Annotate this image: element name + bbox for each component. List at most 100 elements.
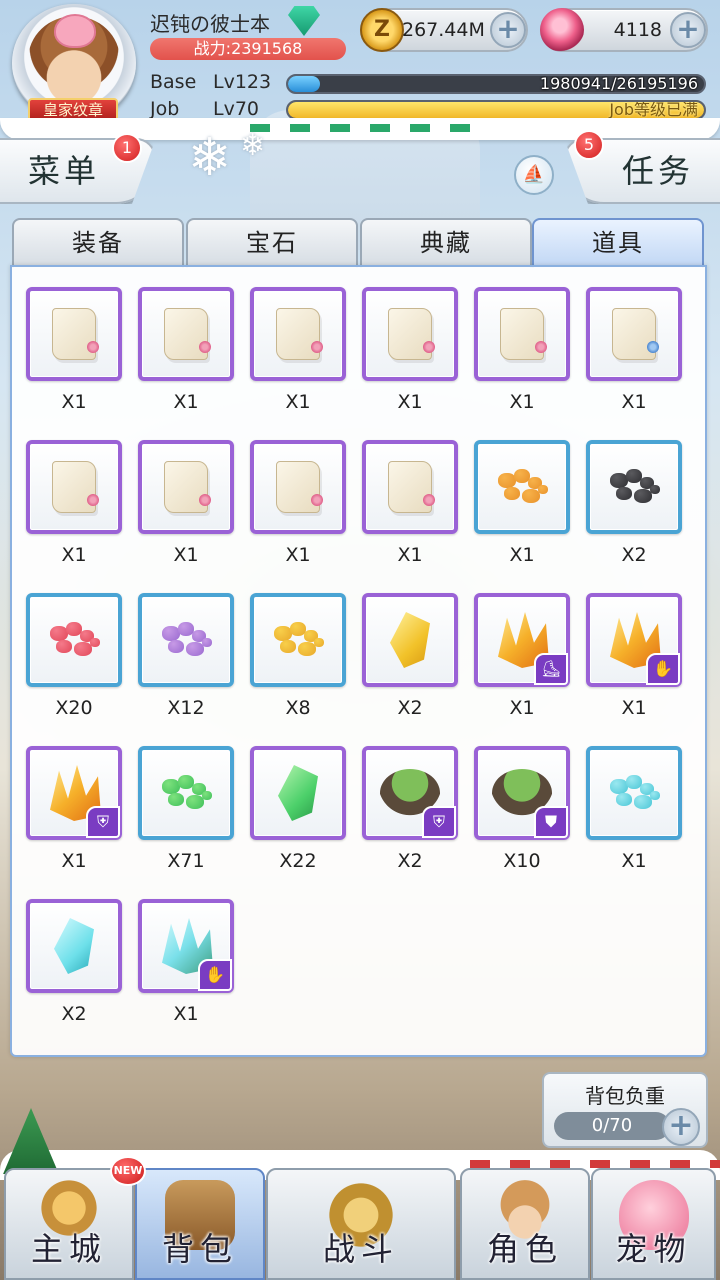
item-slot[interactable]: ✋: [138, 899, 234, 993]
item-quantity: X1: [397, 544, 423, 566]
item-quantity: X20: [55, 697, 93, 719]
inventory-item[interactable]: ⛸ X1: [474, 593, 570, 746]
inventory-item[interactable]: X71: [138, 746, 234, 899]
card-scroll-icon: [500, 308, 547, 360]
base-exp-fill: [288, 76, 320, 92]
item-slot[interactable]: [362, 287, 458, 381]
inventory-item[interactable]: X1: [26, 440, 122, 593]
item-slot[interactable]: [474, 287, 570, 381]
item-quantity: X1: [621, 697, 647, 719]
item-quantity: X12: [167, 697, 205, 719]
item-slot[interactable]: [362, 593, 458, 687]
item-quantity: X1: [509, 391, 535, 413]
item-quantity: X1: [61, 544, 87, 566]
nav-battle-label: 战斗: [322, 1230, 399, 1268]
bag-weight-panel: 背包负重 0/70 +: [542, 1072, 708, 1148]
inventory-item[interactable]: ⛊ X10: [474, 746, 570, 899]
item-quantity: X1: [285, 391, 311, 413]
inventory-item[interactable]: X1: [362, 287, 458, 440]
item-slot[interactable]: [138, 287, 234, 381]
item-slot[interactable]: [250, 287, 346, 381]
item-slot[interactable]: [586, 287, 682, 381]
inventory-item[interactable]: X1: [138, 440, 234, 593]
item-slot[interactable]: [138, 593, 234, 687]
cyan-ore-icon: [606, 773, 662, 813]
inventory-item[interactable]: X1: [474, 287, 570, 440]
card-scroll-icon: [276, 461, 323, 513]
yellow-ore-icon: [270, 620, 326, 660]
item-slot[interactable]: [586, 440, 682, 534]
item-quantity: X1: [61, 391, 87, 413]
item-slot[interactable]: ⛸: [474, 593, 570, 687]
inventory-item[interactable]: X2: [586, 440, 682, 593]
item-slot[interactable]: [250, 440, 346, 534]
red-ore-icon: [46, 620, 102, 660]
inventory-item[interactable]: X1: [362, 440, 458, 593]
nav-bag[interactable]: 背包: [135, 1168, 265, 1280]
base-level-value: Lv123: [213, 71, 272, 93]
inventory-item[interactable]: X1: [250, 287, 346, 440]
add-zeny-button[interactable]: +: [490, 12, 526, 48]
nav-character[interactable]: 角色: [460, 1168, 590, 1280]
inventory-item[interactable]: ⛨ X1: [26, 746, 122, 899]
item-slot[interactable]: [474, 440, 570, 534]
tab-collection[interactable]: 典藏: [360, 218, 532, 268]
inventory-item[interactable]: X8: [250, 593, 346, 746]
inventory-item[interactable]: ⛨ X2: [362, 746, 458, 899]
item-slot[interactable]: [26, 899, 122, 993]
inventory-item[interactable]: X1: [474, 440, 570, 593]
item-quantity: X1: [509, 697, 535, 719]
snowflake-icon: ❄: [188, 128, 232, 188]
tab-gems[interactable]: 宝石: [186, 218, 358, 268]
item-quantity: X22: [279, 850, 317, 872]
item-slot[interactable]: [138, 746, 234, 840]
item-slot[interactable]: ✋: [586, 593, 682, 687]
inventory-item[interactable]: X12: [138, 593, 234, 746]
item-slot[interactable]: [250, 746, 346, 840]
expand-bag-button[interactable]: +: [662, 1108, 700, 1146]
nav-pet[interactable]: 宠物: [591, 1168, 716, 1280]
christmas-tree-icon: [3, 1108, 59, 1174]
inventory-item[interactable]: X2: [26, 899, 122, 1052]
nav-main-city[interactable]: 主城: [4, 1168, 134, 1280]
yellow-crystal-icon: [390, 612, 430, 668]
gem-currency: 4118 +: [540, 8, 708, 52]
inventory-item[interactable]: X1: [586, 746, 682, 899]
job-exp-bar: Job等级已满: [286, 100, 706, 120]
item-quantity: X10: [503, 850, 541, 872]
small-snowflake-icon: ❄: [240, 128, 266, 163]
item-slot[interactable]: [26, 440, 122, 534]
inventory-item[interactable]: X1: [586, 287, 682, 440]
christmas-ornament-icon[interactable]: ⛵: [514, 155, 554, 195]
inventory-tabs: 装备 宝石 典藏 道具: [12, 218, 706, 268]
inventory-item[interactable]: X20: [26, 593, 122, 746]
green-crystal-icon: [278, 765, 318, 821]
inventory-item[interactable]: X22: [250, 746, 346, 899]
item-slot[interactable]: [250, 593, 346, 687]
add-gem-button[interactable]: +: [670, 12, 706, 48]
item-slot[interactable]: [586, 746, 682, 840]
bottom-nav: 主城 背包 战斗 角色 宠物: [0, 1168, 720, 1280]
tab-equipment[interactable]: 装备: [12, 218, 184, 268]
item-slot[interactable]: ⛨: [26, 746, 122, 840]
inventory-item[interactable]: X1: [26, 287, 122, 440]
inventory-item[interactable]: ✋ X1: [586, 593, 682, 746]
item-slot[interactable]: ⛊: [474, 746, 570, 840]
item-slot[interactable]: ⛨: [362, 746, 458, 840]
bag-weight-value: 0/70: [554, 1112, 670, 1140]
item-slot[interactable]: [138, 440, 234, 534]
pink-gem-icon: [540, 8, 584, 52]
nav-battle[interactable]: 战斗: [266, 1168, 456, 1280]
inventory-item[interactable]: ✋ X1: [138, 899, 234, 1052]
item-slot[interactable]: [362, 440, 458, 534]
gem-amount: 4118: [613, 19, 662, 41]
inventory-item[interactable]: X1: [250, 440, 346, 593]
inventory-item[interactable]: X2: [362, 593, 458, 746]
tab-items[interactable]: 道具: [532, 218, 704, 268]
inventory-item[interactable]: X1: [138, 287, 234, 440]
item-quantity: X1: [173, 544, 199, 566]
armor-icon: ⛊: [534, 806, 568, 838]
item-slot[interactable]: [26, 287, 122, 381]
item-quantity: X1: [173, 391, 199, 413]
item-slot[interactable]: [26, 593, 122, 687]
